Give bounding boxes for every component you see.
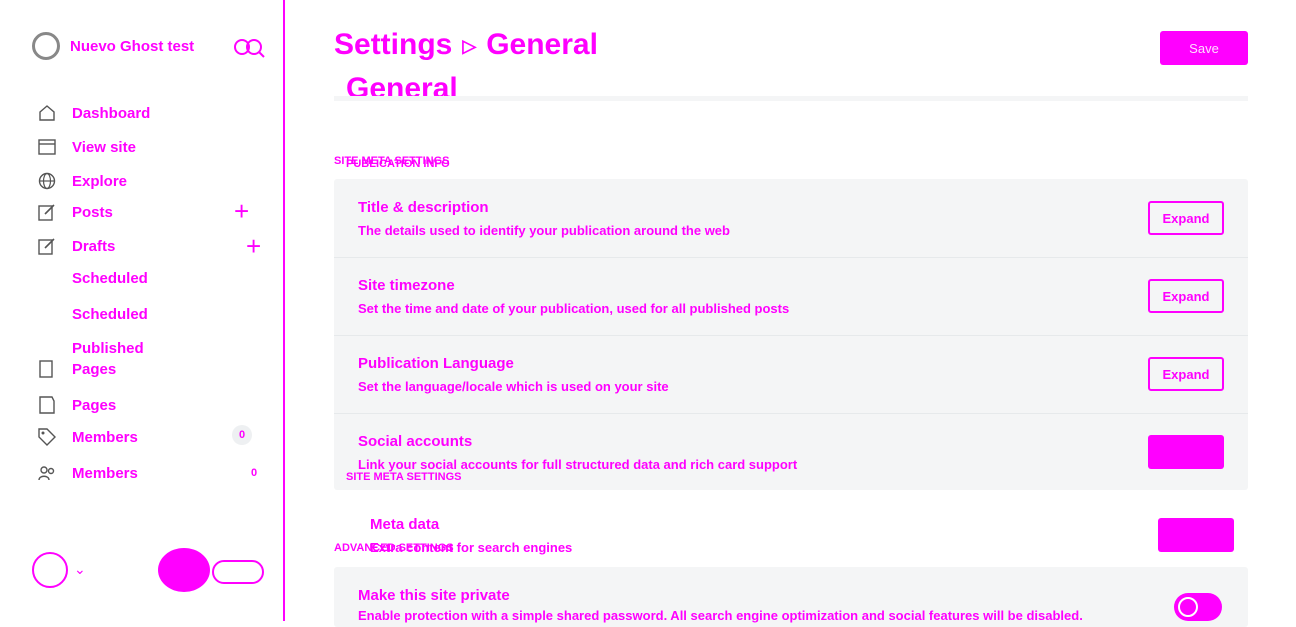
setting-title: Social accounts bbox=[358, 433, 473, 450]
sidebar: Nuevo Ghost test Dashboard View site Exp… bbox=[0, 0, 285, 621]
settings-main: Settings ▷ General General Save Site meta … bbox=[334, 0, 1248, 627]
setting-title: Meta data bbox=[370, 516, 440, 533]
gear-icon[interactable] bbox=[158, 548, 210, 592]
sidebar-item-label: Pages bbox=[72, 396, 117, 414]
expand-button[interactable] bbox=[1158, 518, 1234, 552]
sidebar-item-published[interactable]: Published bbox=[72, 340, 144, 357]
site-name: Nuevo Ghost test bbox=[70, 37, 195, 55]
expand-button[interactable]: Expand bbox=[1148, 279, 1224, 313]
breadcrumb-settings-link[interactable]: Settings bbox=[334, 28, 452, 61]
expand-button[interactable]: Expand bbox=[1148, 201, 1224, 235]
setting-row-social-accounts: Social accounts Link your social account… bbox=[334, 413, 1248, 491]
sidebar-item-dashboard[interactable]: Dashboard bbox=[38, 101, 150, 125]
sidebar-item-label: Posts bbox=[72, 203, 113, 221]
new-post-plus-icon[interactable]: + bbox=[234, 198, 249, 224]
section-label-publication-info: Publication info bbox=[346, 158, 450, 170]
sidebar-item-view-site[interactable]: View site bbox=[38, 135, 136, 159]
edit-icon bbox=[38, 203, 56, 221]
search-icon[interactable] bbox=[232, 36, 266, 60]
plus-icon[interactable]: + bbox=[246, 233, 261, 259]
sidebar-item-label: Members bbox=[72, 428, 138, 446]
tag-icon bbox=[38, 428, 56, 446]
setting-row-title-description: Title & description The details used to … bbox=[334, 179, 1248, 258]
globe-icon bbox=[38, 172, 56, 190]
sidebar-item-members[interactable]: Members bbox=[38, 461, 138, 485]
page-icon bbox=[38, 396, 56, 414]
sidebar-item-pages-dup[interactable]: Pages bbox=[38, 393, 116, 417]
site-logo bbox=[32, 32, 60, 60]
expand-button[interactable] bbox=[1148, 435, 1224, 469]
edit-icon bbox=[38, 237, 56, 255]
header-divider bbox=[334, 96, 1248, 101]
chevron-down-icon[interactable]: ⌄ bbox=[74, 561, 86, 578]
setting-description: Link your social accounts for full struc… bbox=[358, 457, 798, 472]
publication-info-card: Title & description The details used to … bbox=[334, 179, 1248, 490]
night-mode-toggle[interactable] bbox=[212, 560, 264, 584]
section-label-site-meta: Site meta settings bbox=[346, 471, 462, 483]
advanced-card: Make this site private Enable protection… bbox=[334, 567, 1248, 627]
sidebar-item-scheduled[interactable]: Scheduled bbox=[72, 270, 148, 287]
setting-row-publication-language: Publication Language Set the language/lo… bbox=[334, 335, 1248, 414]
setting-title: Publication Language bbox=[358, 355, 514, 372]
sidebar-item-drafts[interactable]: Drafts bbox=[38, 234, 115, 258]
sidebar-item-label: View site bbox=[72, 138, 136, 156]
setting-description: Set the time and date of your publicatio… bbox=[358, 301, 790, 316]
breadcrumb: Settings ▷ General bbox=[334, 28, 598, 62]
private-site-toggle[interactable] bbox=[1174, 593, 1222, 621]
sidebar-item-label: Members bbox=[72, 464, 138, 482]
sidebar-item-label: Pages bbox=[72, 360, 117, 378]
browser-icon bbox=[38, 138, 56, 156]
sidebar-item-label: Drafts bbox=[72, 237, 116, 255]
sidebar-item-label: Explore bbox=[72, 172, 128, 190]
sidebar-item-tags[interactable]: Members bbox=[38, 425, 138, 449]
expand-button[interactable]: Expand bbox=[1148, 357, 1224, 391]
sidebar-item-scheduled-dup[interactable]: Scheduled bbox=[72, 306, 148, 323]
sidebar-item-pages[interactable]: Pages bbox=[38, 357, 116, 381]
setting-description: The details used to identify your public… bbox=[358, 223, 730, 238]
setting-title: Site timezone bbox=[358, 277, 455, 294]
home-icon bbox=[38, 104, 56, 122]
save-button[interactable]: Save bbox=[1160, 31, 1248, 65]
page-icon bbox=[38, 360, 56, 378]
setting-row-meta-data: Meta data Extra content for search engin… bbox=[346, 498, 1246, 568]
sidebar-item-explore[interactable]: Explore bbox=[38, 169, 127, 193]
members-count-badge: 0 bbox=[232, 425, 252, 445]
site-brand[interactable]: Nuevo Ghost test bbox=[32, 32, 194, 60]
members-count-badge: 0 bbox=[250, 467, 258, 479]
setting-title: Title & description bbox=[358, 199, 489, 216]
chevron-right-icon: ▷ bbox=[462, 35, 477, 56]
members-icon bbox=[38, 464, 56, 482]
user-avatar[interactable] bbox=[32, 552, 68, 588]
setting-title: Make this site private bbox=[358, 587, 510, 604]
setting-row-site-timezone: Site timezone Set the time and date of y… bbox=[334, 257, 1248, 336]
sidebar-item-label: Dashboard bbox=[72, 104, 151, 122]
setting-description: Set the language/locale which is used on… bbox=[358, 379, 669, 394]
section-label-advanced: Advanced settings bbox=[334, 542, 454, 554]
breadcrumb-current: General bbox=[486, 28, 598, 61]
sidebar-item-posts[interactable]: Posts bbox=[38, 200, 113, 224]
